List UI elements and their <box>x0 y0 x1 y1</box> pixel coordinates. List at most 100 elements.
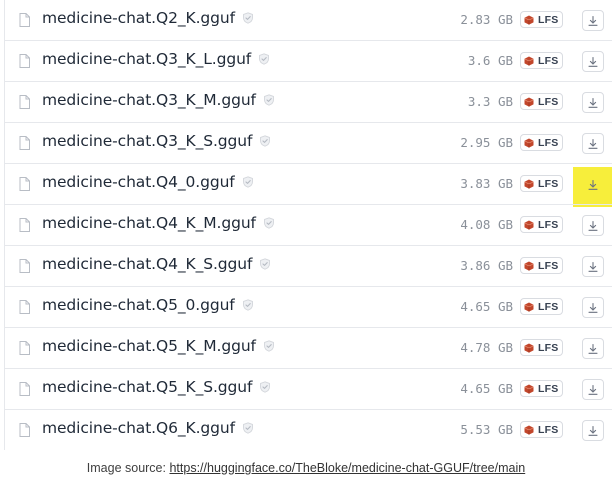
lfs-cube-icon <box>524 56 534 66</box>
lfs-cube-icon <box>524 261 534 271</box>
file-name[interactable]: medicine-chat.Q4_K_S.gguf <box>42 255 271 273</box>
download-button[interactable] <box>582 174 604 195</box>
lfs-cube-icon <box>524 384 534 394</box>
shield-check-icon <box>243 12 253 24</box>
file-name-text[interactable]: medicine-chat.Q3_K_M.gguf <box>42 91 256 109</box>
lfs-cube-icon <box>524 97 534 107</box>
download-icon <box>588 384 598 395</box>
file-size: 3.83 GB <box>460 176 513 191</box>
file-size: 3.6 GB <box>467 53 513 68</box>
file-name[interactable]: medicine-chat.Q2_K.gguf <box>42 9 254 27</box>
file-icon <box>19 95 30 109</box>
file-name[interactable]: medicine-chat.Q5_0.gguf <box>42 296 254 314</box>
file-size: 4.65 GB <box>460 381 513 396</box>
file-name[interactable]: medicine-chat.Q6_K.gguf <box>42 419 254 437</box>
file-row[interactable]: medicine-chat.Q5_0.gguf 4.65 GB LFS <box>5 287 612 328</box>
file-name-text[interactable]: medicine-chat.Q4_0.gguf <box>42 173 235 191</box>
lfs-label: LFS <box>538 95 559 108</box>
file-name[interactable]: medicine-chat.Q3_K_M.gguf <box>42 91 275 109</box>
download-icon <box>588 261 598 272</box>
download-icon <box>588 56 598 67</box>
download-button[interactable] <box>582 215 604 236</box>
shield-check-icon <box>260 258 271 270</box>
file-name[interactable]: medicine-chat.Q4_K_M.gguf <box>42 214 275 232</box>
file-row[interactable]: medicine-chat.Q3_K_M.gguf 3.3 GB LFS <box>5 82 612 123</box>
file-icon <box>19 136 30 150</box>
file-icon <box>19 54 30 68</box>
download-icon <box>588 425 598 436</box>
download-icon <box>588 15 598 26</box>
lfs-badge: LFS <box>520 380 564 397</box>
file-icon <box>19 382 30 396</box>
file-size: 2.95 GB <box>460 135 513 150</box>
file-name[interactable]: medicine-chat.Q5_K_M.gguf <box>42 337 275 355</box>
lfs-cube-icon <box>524 425 534 435</box>
lfs-label: LFS <box>538 218 559 231</box>
file-name[interactable]: medicine-chat.Q5_K_S.gguf <box>42 378 271 396</box>
shield-check-icon <box>260 135 271 147</box>
file-row[interactable]: medicine-chat.Q3_K_L.gguf 3.6 GB LFS <box>5 41 612 82</box>
lfs-badge: LFS <box>520 134 564 151</box>
file-row[interactable]: medicine-chat.Q4_K_M.gguf 4.08 GB LFS <box>5 205 612 246</box>
download-button[interactable] <box>582 10 604 31</box>
download-button[interactable] <box>582 379 604 400</box>
file-name[interactable]: medicine-chat.Q4_0.gguf <box>42 173 254 191</box>
file-row[interactable]: medicine-chat.Q4_0.gguf 3.83 GB LFS <box>5 164 612 205</box>
file-name-text[interactable]: medicine-chat.Q4_K_S.gguf <box>42 255 252 273</box>
file-name-text[interactable]: medicine-chat.Q3_K_S.gguf <box>42 132 252 150</box>
download-button[interactable] <box>582 256 604 277</box>
file-name-text[interactable]: medicine-chat.Q3_K_L.gguf <box>42 50 251 68</box>
lfs-badge: LFS <box>520 216 564 233</box>
lfs-cube-icon <box>524 179 534 189</box>
download-button[interactable] <box>582 297 604 318</box>
file-name-text[interactable]: medicine-chat.Q6_K.gguf <box>42 419 235 437</box>
file-name-text[interactable]: medicine-chat.Q5_K_S.gguf <box>42 378 252 396</box>
file-row[interactable]: medicine-chat.Q3_K_S.gguf 2.95 GB LFS <box>5 123 612 164</box>
file-size: 3.86 GB <box>460 258 513 273</box>
download-button[interactable] <box>582 92 604 113</box>
shield-check-icon <box>263 217 274 229</box>
file-name[interactable]: medicine-chat.Q3_K_L.gguf <box>42 50 270 68</box>
file-name-text[interactable]: medicine-chat.Q4_K_M.gguf <box>42 214 256 232</box>
shield-check-icon <box>259 53 270 65</box>
file-icon <box>19 13 30 27</box>
file-name[interactable]: medicine-chat.Q3_K_S.gguf <box>42 132 271 150</box>
lfs-badge: LFS <box>520 52 564 69</box>
lfs-cube-icon <box>524 302 534 312</box>
caption-prefix: Image source: <box>86 461 170 475</box>
file-name-text[interactable]: medicine-chat.Q5_0.gguf <box>42 296 235 314</box>
download-icon <box>588 179 598 190</box>
file-size: 5.53 GB <box>460 422 513 437</box>
file-size: 4.08 GB <box>460 217 513 232</box>
shield-check-icon <box>260 381 271 393</box>
lfs-label: LFS <box>538 13 559 26</box>
file-row[interactable]: medicine-chat.Q6_K.gguf 5.53 GB LFS <box>5 410 612 451</box>
source-link[interactable]: https://huggingface.co/TheBloke/medicine… <box>169 461 525 475</box>
file-icon <box>19 259 30 273</box>
download-button[interactable] <box>582 133 604 154</box>
lfs-badge: LFS <box>520 93 564 110</box>
download-icon <box>588 138 598 149</box>
download-button[interactable] <box>582 420 604 441</box>
lfs-badge: LFS <box>520 339 564 356</box>
lfs-cube-icon <box>524 15 534 25</box>
file-row[interactable]: medicine-chat.Q5_K_M.gguf 4.78 GB LFS <box>5 328 612 369</box>
file-name-text[interactable]: medicine-chat.Q2_K.gguf <box>42 9 235 27</box>
file-size: 4.78 GB <box>460 340 513 355</box>
file-name-text[interactable]: medicine-chat.Q5_K_M.gguf <box>42 337 256 355</box>
file-size: 2.83 GB <box>460 12 513 27</box>
lfs-badge: LFS <box>520 298 564 315</box>
lfs-badge: LFS <box>520 257 564 274</box>
download-icon <box>588 220 598 231</box>
shield-check-icon <box>243 422 253 434</box>
file-row[interactable]: medicine-chat.Q2_K.gguf 2.83 GB LFS <box>5 0 612 41</box>
lfs-badge: LFS <box>520 421 564 438</box>
lfs-badge: LFS <box>520 11 564 28</box>
download-button[interactable] <box>582 51 604 72</box>
download-button[interactable] <box>582 338 604 359</box>
file-row[interactable]: medicine-chat.Q4_K_S.gguf 3.86 GB LFS <box>5 246 612 287</box>
shield-check-icon <box>242 176 253 188</box>
file-row[interactable]: medicine-chat.Q5_K_S.gguf 4.65 GB LFS <box>5 369 612 410</box>
file-icon <box>19 177 30 191</box>
lfs-label: LFS <box>538 136 559 149</box>
